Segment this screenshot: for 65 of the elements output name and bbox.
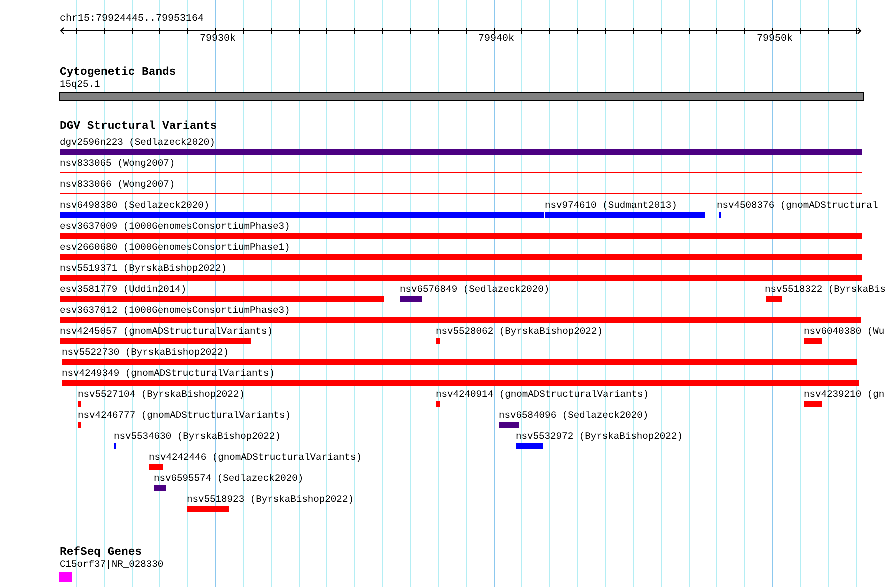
variant-label: nsv5518322 (ByrskaBis [765,285,886,295]
variant-label: nsv833066 (Wong2007) [60,180,176,190]
variant-label: nsv4249349 (gnomADStructuralVariants) [62,369,276,379]
variant-label: nsv4242446 (gnomADStructuralVariants) [149,453,362,463]
variant-bar[interactable] [766,296,782,302]
variant-label: nsv6576849 (Sedlazeck2020) [400,285,550,295]
variant-bar[interactable] [499,422,519,428]
variant-label: nsv4239210 (gn [804,390,885,400]
variant-label: nsv4508376 (gnomADStructural [717,201,878,211]
variant-line[interactable] [60,193,862,194]
variant-label: nsv6584096 (Sedlazeck2020) [499,411,649,421]
band-label: 15q25.1 [60,80,100,90]
tick-label: 79950k [757,34,794,46]
variant-bar[interactable] [78,422,81,428]
variant-bar[interactable] [545,212,705,218]
track-title: RefSeq Genes [60,547,142,560]
variant-label: esv3637009 (1000GenomesConsortiumPhase3) [60,222,290,232]
gene-block[interactable] [59,572,72,582]
variant-bar[interactable] [436,338,440,344]
variant-label: esv3581779 (Uddin2014) [60,285,187,295]
variant-bar[interactable] [154,485,166,491]
genome-position: chr15:79924445..79953164 [60,14,204,26]
variant-label: nsv5532972 (ByrskaBishop2022) [516,432,683,442]
variant-label: nsv6040380 (Wu [804,327,885,337]
variant-label: nsv4245057 (gnomADStructuralVariants) [60,327,274,337]
variant-bar[interactable] [60,338,251,344]
variant-label: nsv5528062 (ByrskaBishop2022) [436,327,603,337]
variant-label: nsv5522730 (ByrskaBishop2022) [62,348,229,358]
variant-label: nsv833065 (Wong2007) [60,159,176,169]
variant-label: nsv974610 (Sudmant2013) [545,201,678,211]
variant-label: nsv4246777 (gnomADStructuralVariants) [78,411,292,421]
variant-label: nsv5519371 (ByrskaBishop2022) [60,264,227,274]
tick-label: 79940k [478,34,515,46]
cytoband-bar[interactable] [59,92,864,101]
variant-label: nsv5527104 (ByrskaBishop2022) [78,390,245,400]
variant-label: nsv5534630 (ByrskaBishop2022) [114,432,281,442]
variant-bar[interactable] [62,380,859,386]
variant-label: esv3637012 (1000GenomesConsortiumPhase3) [60,306,290,316]
variant-bar[interactable] [436,401,440,407]
variant-bar[interactable] [60,296,384,302]
variant-bar[interactable] [804,338,822,344]
variant-bar[interactable] [149,464,163,470]
variant-bar[interactable] [78,401,81,407]
variant-bar[interactable] [62,359,857,365]
variant-bar[interactable] [187,506,229,512]
track-title: DGV Structural Variants [60,121,218,134]
variant-line[interactable] [60,172,862,173]
variant-label: nsv6595574 (Sedlazeck2020) [154,474,304,484]
variant-bar[interactable] [60,233,862,239]
tick-label: 79930k [200,34,236,46]
variant-bar[interactable] [516,443,543,449]
variant-label: nsv6498380 (Sedlazeck2020) [60,201,210,211]
gene-label: C15orf37|NR_028330 [60,560,164,570]
variant-label: esv2660680 (1000GenomesConsortiumPhase1) [60,243,290,253]
variant-bar[interactable] [804,401,822,407]
variant-bar[interactable] [60,317,861,323]
variant-label: dgv2596n223 (Sedlazeck2020) [60,138,216,148]
variant-bar[interactable] [60,212,544,218]
variant-bar[interactable] [60,275,862,281]
variant-label: nsv5518923 (ByrskaBishop2022) [187,495,354,505]
variant-bar[interactable] [60,254,862,260]
track-title: Cytogenetic Bands [60,67,176,80]
variant-bar[interactable] [400,296,422,302]
variant-bar[interactable] [60,149,862,155]
variant-label: nsv4240914 (gnomADStructuralVariants) [436,390,650,400]
